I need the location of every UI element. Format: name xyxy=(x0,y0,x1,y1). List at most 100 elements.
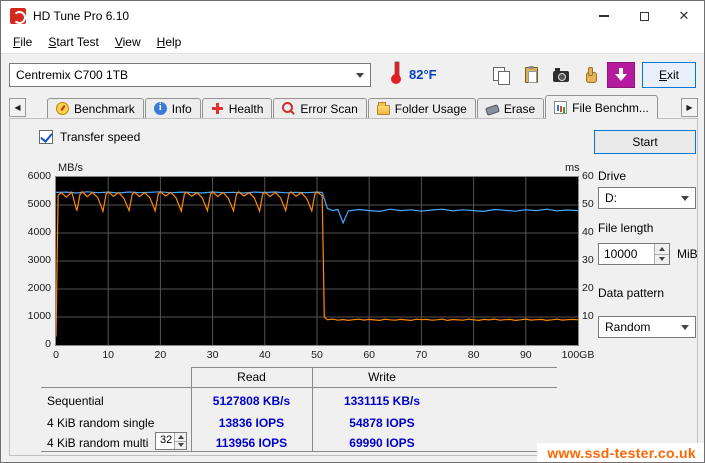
tab-label: Benchmark xyxy=(74,102,135,116)
hand-icon xyxy=(586,72,597,83)
tab-scroll-right-button[interactable]: ▶ xyxy=(681,98,698,117)
row-label-random-single: 4 KiB random single xyxy=(47,416,154,430)
y-axis-right-unit: ms xyxy=(565,162,580,174)
file-length-value[interactable]: 10000 xyxy=(599,244,654,264)
arrow-up-icon xyxy=(178,435,184,439)
camera-icon xyxy=(553,71,569,82)
close-icon: ✕ xyxy=(679,8,690,24)
minimize-button[interactable] xyxy=(584,1,624,31)
arrow-down-icon xyxy=(659,257,665,261)
spin-down-button[interactable] xyxy=(175,442,186,450)
chevron-down-icon xyxy=(681,325,689,330)
download-icon xyxy=(615,68,627,82)
pan-button[interactable] xyxy=(577,62,605,88)
spin-up-button[interactable] xyxy=(175,433,186,442)
row-label-random-multi: 4 KiB random multi xyxy=(47,436,148,450)
tab-folder-usage[interactable]: Folder Usage xyxy=(368,98,476,118)
spin-down-button[interactable] xyxy=(655,255,669,265)
device-select-value: Centremix C700 1TB xyxy=(16,68,128,82)
app-icon xyxy=(10,8,26,24)
tab-error-scan[interactable]: Error Scan xyxy=(273,98,366,118)
table-border xyxy=(41,387,557,388)
column-header-write: Write xyxy=(312,370,452,384)
tab-label: File Benchm... xyxy=(572,101,649,115)
results-table: Read Write Sequential 5127808 KB/s 13311… xyxy=(41,367,557,451)
arrow-up-icon xyxy=(659,247,665,251)
menu-view[interactable]: View xyxy=(107,31,149,53)
y-axis-left-unit: MB/s xyxy=(58,162,83,174)
random-multi-read-value: 113956 IOPS xyxy=(191,436,312,450)
random-single-write-value: 54878 IOPS xyxy=(312,416,452,430)
tab-label: Folder Usage xyxy=(395,102,467,116)
data-pattern-value: Random xyxy=(605,320,650,334)
chevron-down-icon xyxy=(681,196,689,201)
copy-button[interactable] xyxy=(487,62,515,88)
drive-select[interactable]: D: xyxy=(598,187,696,209)
error-scan-icon xyxy=(282,102,295,115)
sequential-read-value: 5127808 KB/s xyxy=(191,394,312,408)
transfer-speed-label: Transfer speed xyxy=(60,130,140,144)
right-arrow-icon: ▶ xyxy=(686,103,692,112)
arrow-down-icon xyxy=(178,443,184,447)
exit-button[interactable]: Exit xyxy=(642,62,696,88)
thermometer-icon xyxy=(389,59,403,85)
data-pattern-label: Data pattern xyxy=(598,286,664,300)
watermark: www.ssd-tester.co.uk xyxy=(537,443,704,462)
info-icon xyxy=(154,102,167,115)
transfer-speed-checkbox[interactable] xyxy=(39,130,53,144)
tab-scroll-left-button[interactable]: ◀ xyxy=(9,98,26,117)
random-single-read-value: 13836 IOPS xyxy=(191,416,312,430)
menu-start-test[interactable]: Start Test xyxy=(40,31,106,53)
transfer-speed-chart xyxy=(55,176,579,346)
menu-help[interactable]: Help xyxy=(149,31,190,53)
copy-icon xyxy=(493,67,509,83)
screenshot-button[interactable] xyxy=(547,62,575,88)
file-length-spinner[interactable]: 10000 xyxy=(598,243,670,265)
data-pattern-select[interactable]: Random xyxy=(598,316,696,338)
spin-up-button[interactable] xyxy=(655,244,669,255)
folder-icon xyxy=(377,105,390,115)
tab-file-benchm[interactable]: File Benchm... xyxy=(545,95,658,119)
menubar: FileStart TestViewHelp xyxy=(1,31,704,53)
tab-label: Info xyxy=(172,102,192,116)
queue-depth-spin-buttons xyxy=(174,433,186,449)
file-benchmark-icon xyxy=(554,101,567,114)
tab-erase[interactable]: Erase xyxy=(477,98,544,118)
queue-depth-value[interactable]: 32 xyxy=(156,433,174,449)
queue-depth-spinner[interactable]: 32 xyxy=(155,432,187,450)
save-results-button[interactable] xyxy=(607,62,635,88)
copy-to-clipboard-button[interactable] xyxy=(517,62,545,88)
erase-icon xyxy=(485,104,500,116)
maximize-button[interactable] xyxy=(624,1,664,31)
drive-select-value: D: xyxy=(605,191,617,205)
random-multi-write-value: 69990 IOPS xyxy=(312,436,452,450)
clipboard-icon xyxy=(525,67,538,83)
file-length-label: File length xyxy=(598,221,653,235)
table-border xyxy=(191,367,557,368)
left-arrow-icon: ◀ xyxy=(14,103,20,112)
maximize-icon xyxy=(640,12,649,21)
health-icon xyxy=(211,102,224,115)
row-label-sequential: Sequential xyxy=(47,394,104,408)
tab-info[interactable]: Info xyxy=(145,98,201,118)
transfer-speed-option[interactable]: Transfer speed xyxy=(39,130,140,144)
chevron-down-icon xyxy=(356,73,364,78)
window-title: HD Tune Pro 6.10 xyxy=(33,1,129,31)
menu-file[interactable]: File xyxy=(5,31,40,53)
column-header-read: Read xyxy=(191,370,312,384)
tab-strip: Benchmark Info Health Error Scan Folder Usag… xyxy=(47,95,659,118)
table-border xyxy=(41,451,557,452)
start-button[interactable]: Start xyxy=(594,130,696,154)
tab-label: Health xyxy=(229,102,264,116)
benchmark-icon xyxy=(56,102,69,115)
file-length-spin-buttons xyxy=(654,244,669,264)
chart-canvas xyxy=(56,177,578,345)
close-button[interactable]: ✕ xyxy=(664,1,704,31)
tab-label: Erase xyxy=(504,102,535,116)
sequential-write-value: 1331115 KB/s xyxy=(312,394,452,408)
tab-label: Error Scan xyxy=(300,102,357,116)
tab-benchmark[interactable]: Benchmark xyxy=(47,98,144,118)
drive-label: Drive xyxy=(598,169,626,183)
tab-health[interactable]: Health xyxy=(202,98,273,118)
device-select[interactable]: Centremix C700 1TB xyxy=(9,63,371,87)
